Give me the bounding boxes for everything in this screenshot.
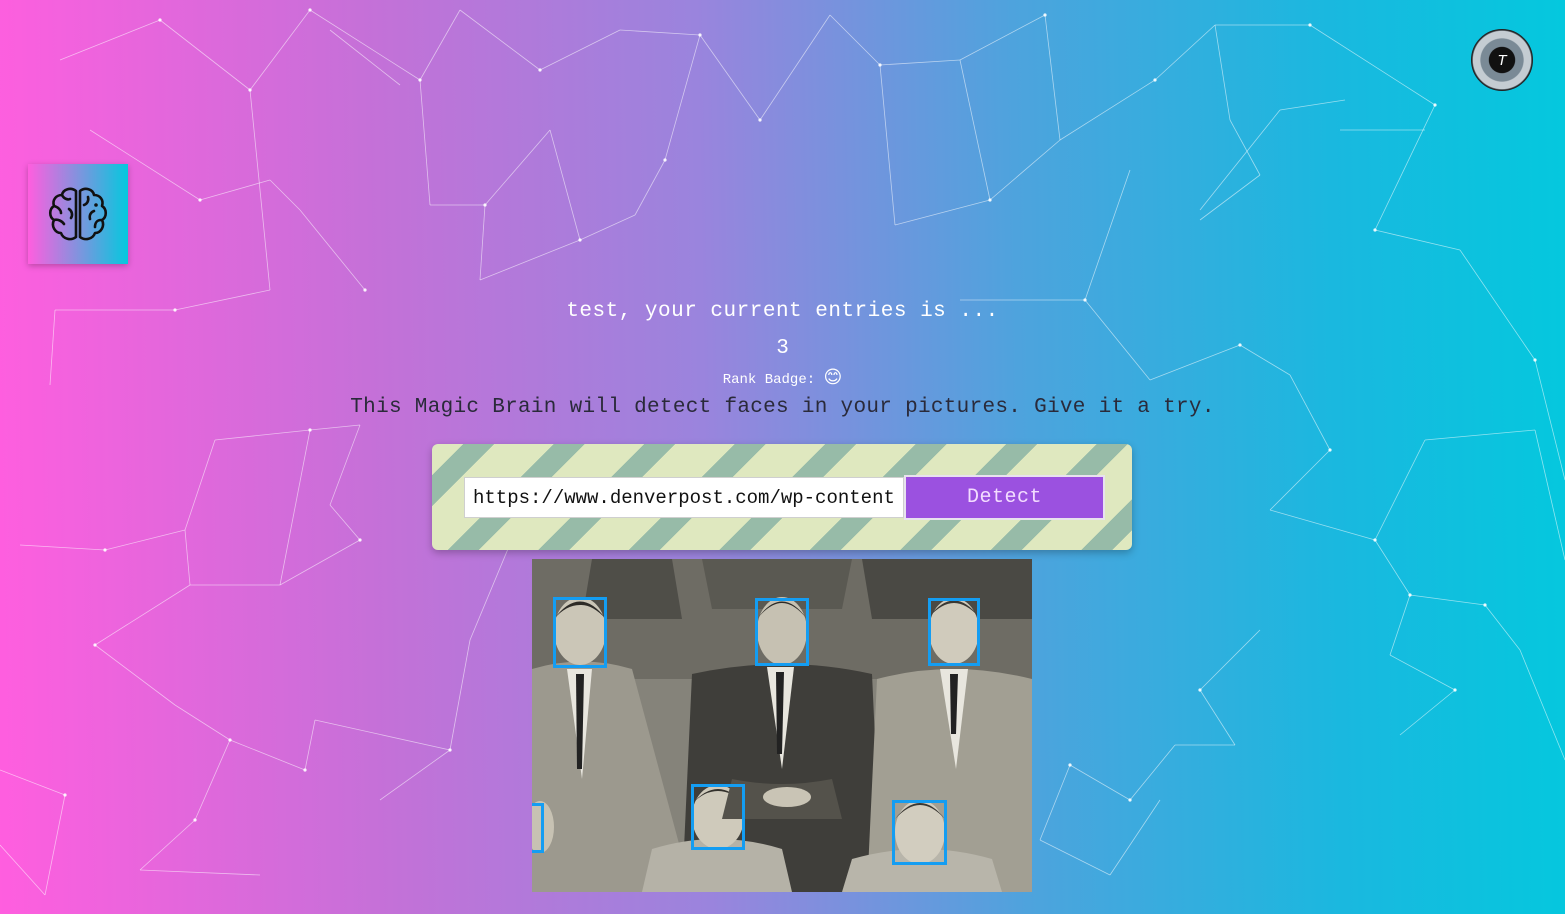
image-url-form: Detect	[432, 444, 1132, 550]
entries-count: 3	[776, 337, 789, 360]
detected-photo	[532, 559, 1032, 892]
image-url-input[interactable]	[464, 477, 904, 518]
avatar-initial: T	[1489, 47, 1515, 73]
profile-avatar-button[interactable]: T	[1471, 29, 1533, 91]
face-box	[755, 598, 809, 666]
face-box	[892, 800, 947, 865]
face-box	[928, 598, 980, 666]
app-tagline: This Magic Brain will detect faces in yo…	[350, 396, 1215, 419]
face-box	[532, 803, 544, 853]
face-box	[553, 597, 607, 668]
rank-badge-line: Rank Badge: 😊	[0, 367, 1565, 388]
face-box	[691, 784, 745, 850]
entries-greeting: test, your current entries is ...	[566, 300, 999, 323]
detect-button[interactable]: Detect	[904, 475, 1105, 520]
logo-tile	[28, 164, 128, 264]
brain-icon	[48, 187, 108, 241]
rank-badge-emoji: 😊	[823, 367, 843, 388]
rank-badge-label: Rank Badge:	[722, 372, 816, 388]
